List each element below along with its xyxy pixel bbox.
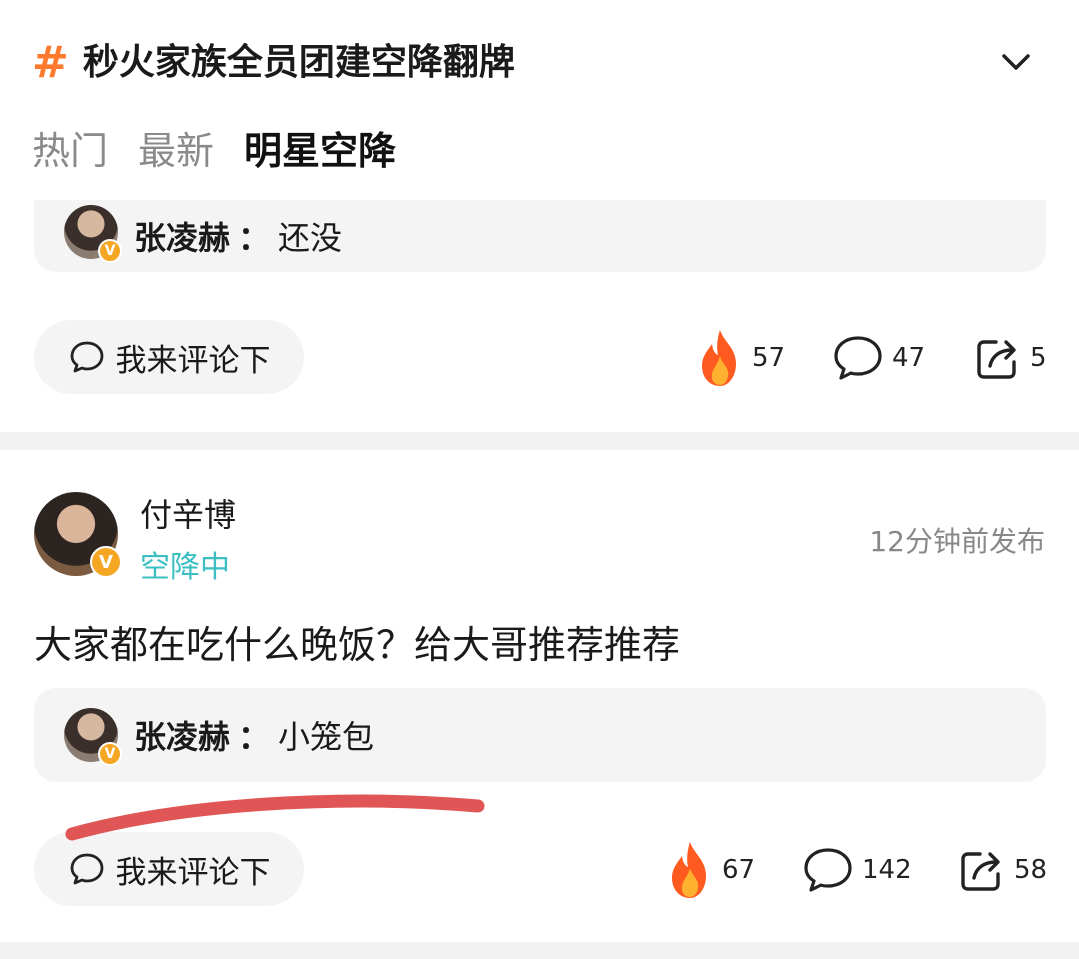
comment-bubble-icon xyxy=(834,336,882,380)
verified-badge-icon: V xyxy=(98,239,122,263)
share-count: 5 xyxy=(1030,343,1047,373)
tab-hot[interactable]: 热门 xyxy=(32,124,108,178)
reply-preview[interactable]: V 张凌赫 ： 还没 xyxy=(34,200,1046,272)
comment-stat[interactable]: 142 xyxy=(802,846,912,894)
topic-header: # 秒火家族全员团建空降翻牌 热门 最新 明星空降 xyxy=(0,0,1079,200)
verified-badge-icon: V xyxy=(90,546,122,578)
author-status: 空降中 xyxy=(140,550,230,585)
post-time: 12分钟前发布 xyxy=(869,525,1045,558)
comment-bubble-icon xyxy=(804,848,852,892)
post-card-1: V 张凌赫 ： 还没 我来评论下 57 47 5 xyxy=(0,200,1079,432)
divider xyxy=(0,942,1079,959)
reply-text: 还没 xyxy=(278,219,343,257)
author-name[interactable]: 付辛博 xyxy=(140,490,236,536)
post-text: 大家都在吃什么晚饭？给大哥推荐推荐 xyxy=(34,623,681,667)
reply-author[interactable]: 张凌赫 xyxy=(134,213,230,259)
comment-count: 142 xyxy=(862,855,912,885)
reply-text: 小笼包 xyxy=(278,718,375,756)
share-stat[interactable]: 58 xyxy=(958,846,1047,894)
like-count: 57 xyxy=(752,343,786,373)
like-count: 67 xyxy=(722,855,756,885)
hash-icon: # xyxy=(32,37,69,88)
comment-count: 47 xyxy=(892,343,926,373)
chevron-down-icon[interactable] xyxy=(999,44,1033,78)
reply-preview[interactable]: V 张凌赫 ： 小笼包 xyxy=(34,688,1046,782)
topic-title: 秒火家族全员团建空降翻牌 xyxy=(82,42,515,83)
avatar: V xyxy=(64,708,122,766)
avatar[interactable]: V xyxy=(34,492,122,578)
reply-author[interactable]: 张凌赫 xyxy=(134,712,230,758)
comment-input-button[interactable]: 我来评论下 xyxy=(34,320,304,394)
tab-celebrity-drop[interactable]: 明星空降 xyxy=(244,124,396,178)
like-stat[interactable]: 57 xyxy=(696,328,785,388)
topic-title-row[interactable]: # 秒火家族全员团建空降翻牌 xyxy=(32,38,515,88)
share-icon xyxy=(977,340,1016,379)
share-icon xyxy=(961,852,1000,891)
reply-colon: ： xyxy=(238,219,271,257)
post-card-2: V 付辛博 空降中 12分钟前发布 大家都在吃什么晚饭？给大哥推荐推荐 V 张凌… xyxy=(0,450,1079,942)
comment-input-label: 我来评论下 xyxy=(115,854,271,891)
like-stat[interactable]: 67 xyxy=(666,840,755,900)
comment-bubble-icon xyxy=(70,341,103,373)
comment-input-label: 我来评论下 xyxy=(115,342,271,379)
verified-badge-icon: V xyxy=(98,742,122,766)
reply-colon: ： xyxy=(238,718,271,756)
comment-bubble-icon xyxy=(70,853,103,885)
annotation-underline-stroke xyxy=(65,794,485,841)
share-count: 58 xyxy=(1014,855,1048,885)
share-stat[interactable]: 5 xyxy=(974,334,1047,382)
avatar: V xyxy=(64,205,122,263)
fire-icon xyxy=(672,842,706,898)
tab-latest[interactable]: 最新 xyxy=(138,124,214,178)
fire-icon xyxy=(702,330,736,386)
tab-bar: 热门 最新 明星空降 xyxy=(32,124,396,178)
divider xyxy=(0,432,1079,450)
comment-stat[interactable]: 47 xyxy=(832,334,925,382)
